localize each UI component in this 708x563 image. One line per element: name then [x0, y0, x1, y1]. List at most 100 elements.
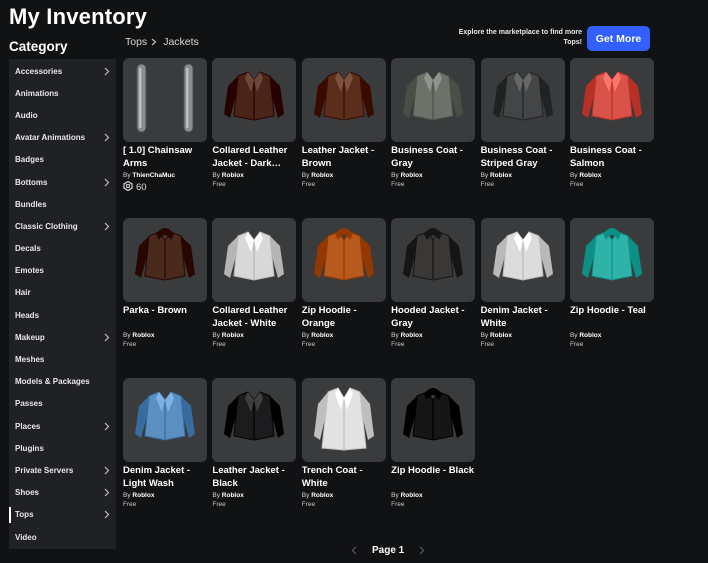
inventory-item-card[interactable]: Zip Hoodie - Black By Roblox Free — [391, 378, 476, 538]
inventory-item-card[interactable]: Denim Jacket - Light Wash By Roblox Free — [123, 378, 207, 538]
chevron-right-icon[interactable] — [103, 133, 111, 143]
item-name[interactable]: Business Coat - Salmon — [570, 144, 654, 170]
item-name[interactable]: Zip Hoodie - Orange — [302, 304, 386, 330]
item-thumbnail[interactable] — [301, 378, 386, 462]
creator-name[interactable]: Roblox — [311, 492, 333, 499]
chevron-right-icon[interactable] — [103, 510, 111, 520]
sidebar-item-bundles[interactable]: Bundles — [9, 193, 116, 215]
item-thumbnail[interactable] — [569, 58, 654, 142]
sidebar-item-passes[interactable]: Passes — [9, 393, 116, 415]
item-thumbnail[interactable] — [391, 58, 476, 142]
item-name[interactable]: Leather Jacket - Brown — [302, 144, 386, 170]
sidebar-item-emotes[interactable]: Emotes — [9, 260, 116, 282]
item-name[interactable]: Business Coat - Gray — [391, 144, 475, 170]
inventory-item-card[interactable]: Zip Hoodie - Teal By Roblox Free — [569, 218, 654, 378]
creator-name[interactable]: Roblox — [490, 172, 512, 179]
inventory-item-card[interactable]: Business Coat - Striped Gray By Roblox Fre… — [480, 58, 565, 218]
creator-name[interactable]: Roblox — [132, 492, 154, 499]
item-name[interactable]: Leather Jacket - Black — [212, 464, 296, 490]
item-name[interactable]: Zip Hoodie - Teal — [570, 304, 654, 330]
item-name[interactable]: Denim Jacket - White — [481, 304, 565, 330]
item-thumbnail[interactable] — [123, 58, 207, 142]
creator-name[interactable]: Roblox — [401, 332, 423, 339]
creator-name[interactable]: Roblox — [579, 332, 601, 339]
creator-name[interactable]: Roblox — [579, 172, 601, 179]
get-more-button[interactable]: Get More — [587, 26, 650, 51]
item-name[interactable]: Business Coat - Striped Gray — [481, 144, 565, 170]
item-thumbnail[interactable] — [391, 378, 476, 462]
item-name[interactable]: Collared Leather Jacket - White — [212, 304, 296, 330]
inventory-item-card[interactable]: Trench Coat - White By Roblox Free — [301, 378, 386, 538]
sidebar-item-meshes[interactable]: Meshes — [9, 348, 116, 370]
item-name[interactable]: Zip Hoodie - Black — [391, 464, 475, 490]
inventory-item-card[interactable]: Hooded Jacket - Gray By Roblox Free — [391, 218, 476, 378]
creator-name[interactable]: Roblox — [401, 492, 423, 499]
sidebar-item-hair[interactable]: Hair — [9, 282, 116, 304]
inventory-item-card[interactable]: Parka - Brown By Roblox Free — [123, 218, 207, 378]
inventory-item-card[interactable]: Leather Jacket - Black By Roblox Free — [212, 378, 297, 538]
sidebar-item-animations[interactable]: Animations — [9, 82, 116, 104]
chevron-right-icon[interactable] — [103, 177, 111, 187]
sidebar-item-audio[interactable]: Audio — [9, 104, 116, 126]
item-thumbnail[interactable] — [480, 218, 565, 302]
sidebar-item-video[interactable]: Video — [9, 526, 116, 548]
item-thumbnail[interactable] — [480, 58, 565, 142]
chevron-right-icon[interactable] — [103, 221, 111, 231]
next-page-icon[interactable] — [418, 546, 426, 556]
sidebar-item-bottoms[interactable]: Bottoms — [9, 171, 116, 193]
item-name[interactable]: Denim Jacket - Light Wash — [123, 464, 207, 490]
chevron-right-icon[interactable] — [103, 421, 111, 431]
sidebar-item-tops[interactable]: Tops — [9, 504, 116, 526]
creator-name[interactable]: Roblox — [401, 172, 423, 179]
sidebar-item-classic-clothing[interactable]: Classic Clothing — [9, 215, 116, 237]
creator-name[interactable]: Roblox — [222, 172, 244, 179]
sidebar-item-accessories[interactable]: Accessories — [9, 60, 116, 82]
sidebar-item-private-servers[interactable]: Private Servers — [9, 459, 116, 481]
chevron-right-icon[interactable] — [103, 332, 111, 342]
sidebar-item-plugins[interactable]: Plugins — [9, 437, 116, 459]
item-thumbnail[interactable] — [301, 58, 386, 142]
sidebar-item-places[interactable]: Places — [9, 415, 116, 437]
sidebar-item-badges[interactable]: Badges — [9, 149, 116, 171]
creator-name[interactable]: Roblox — [311, 172, 333, 179]
sidebar-item-avatar-animations[interactable]: Avatar Animations — [9, 127, 116, 149]
inventory-item-card[interactable]: Denim Jacket - White By Roblox Free — [480, 218, 565, 378]
sidebar-item-heads[interactable]: Heads — [9, 304, 116, 326]
sidebar-item-decals[interactable]: Decals — [9, 238, 116, 260]
creator-name[interactable]: ThienChaMuc — [132, 172, 175, 179]
creator-name[interactable]: Roblox — [222, 332, 244, 339]
inventory-item-card[interactable]: Business Coat - Salmon By Roblox Free — [569, 58, 654, 218]
creator-name[interactable]: Roblox — [132, 332, 154, 339]
chevron-right-icon[interactable] — [103, 465, 111, 475]
item-thumbnail[interactable] — [212, 378, 297, 462]
prev-page-icon[interactable] — [350, 546, 358, 556]
item-name[interactable]: [ 1.0] Chainsaw Arms — [123, 144, 207, 170]
item-thumbnail[interactable] — [212, 58, 297, 142]
item-thumbnail[interactable] — [123, 218, 207, 302]
inventory-item-card[interactable]: [ 1.0] Chainsaw Arms By ThienChaMuc 60 — [123, 58, 207, 218]
creator-name[interactable]: Roblox — [222, 492, 244, 499]
creator-name[interactable]: Roblox — [490, 332, 512, 339]
item-thumbnail[interactable] — [391, 218, 476, 302]
sidebar-item-models-packages[interactable]: Models & Packages — [9, 371, 116, 393]
chevron-right-icon[interactable] — [103, 488, 111, 498]
item-thumbnail[interactable] — [212, 218, 297, 302]
chevron-right-icon[interactable] — [103, 66, 111, 76]
item-name[interactable]: Collared Leather Jacket - Dark Brown — [212, 144, 296, 170]
inventory-item-card[interactable]: Zip Hoodie - Orange By Roblox Free — [301, 218, 386, 378]
creator-name[interactable]: Roblox — [311, 332, 333, 339]
item-thumbnail[interactable] — [569, 218, 654, 302]
item-thumbnail[interactable] — [301, 218, 386, 302]
sidebar-item-makeup[interactable]: Makeup — [9, 326, 116, 348]
item-thumbnail[interactable] — [123, 378, 207, 462]
item-name[interactable]: Hooded Jacket - Gray — [391, 304, 475, 330]
item-name[interactable]: Parka - Brown — [123, 304, 207, 330]
sidebar-item-shoes[interactable]: Shoes — [9, 482, 116, 504]
inventory-item-card[interactable]: Collared Leather Jacket - Dark BrownBy R… — [212, 58, 297, 218]
item-price: Free — [569, 341, 584, 348]
inventory-item-card[interactable]: Collared Leather Jacket - White By Roblox… — [212, 218, 297, 378]
breadcrumb-tops[interactable]: Tops — [125, 36, 147, 48]
inventory-item-card[interactable]: Business Coat - Gray By Roblox Free — [391, 58, 476, 218]
inventory-item-card[interactable]: Leather Jacket - Brown By Roblox Free — [301, 58, 386, 218]
item-name[interactable]: Trench Coat - White — [302, 464, 386, 490]
